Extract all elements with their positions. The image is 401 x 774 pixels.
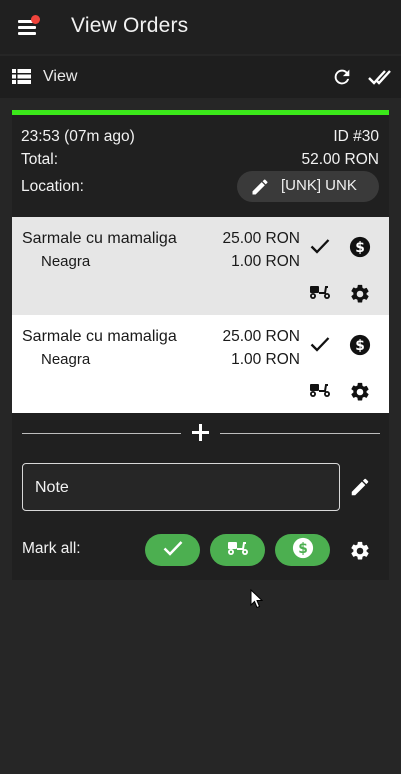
- order-status-bar: [12, 110, 389, 115]
- check-icon[interactable]: [310, 336, 330, 357]
- item-name: Sarmale cu mamaliga: [22, 230, 177, 247]
- total-value: 52.00 RON: [301, 151, 379, 168]
- mark-all-paid-button[interactable]: $: [275, 534, 330, 566]
- toolbar: View: [0, 56, 401, 98]
- location-value: [UNK] UNK: [281, 177, 357, 194]
- double-check-icon[interactable]: [368, 68, 392, 91]
- divider-left: [22, 433, 181, 434]
- divider-right: [220, 433, 380, 434]
- dollar-icon[interactable]: $: [349, 236, 371, 263]
- list-item[interactable]: Sarmale cu mamaliga 25.00 RON Neagra 1.0…: [12, 315, 389, 413]
- mouse-cursor-icon: [250, 588, 264, 614]
- item-sub-price: 1.00 RON: [231, 351, 300, 368]
- scooter-icon[interactable]: [308, 283, 332, 306]
- order-total-row: Total: 52.00 RON: [21, 151, 379, 169]
- list-item[interactable]: Sarmale cu mamaliga 25.00 RON Neagra 1.0…: [12, 217, 389, 315]
- mark-all-delivered-button[interactable]: [210, 534, 265, 566]
- gear-icon[interactable]: [349, 381, 371, 408]
- note-field[interactable]: Note: [22, 463, 340, 511]
- location-chip[interactable]: [UNK] UNK: [237, 171, 379, 202]
- scooter-icon: [226, 539, 250, 562]
- refresh-icon[interactable]: [331, 66, 353, 93]
- item-sub-name: Neagra: [41, 253, 91, 270]
- gear-icon[interactable]: [349, 540, 371, 567]
- pencil-icon[interactable]: [349, 476, 371, 503]
- item-sub-name: Neagra: [41, 351, 91, 368]
- scooter-icon[interactable]: [308, 381, 332, 404]
- check-icon: [163, 540, 183, 561]
- order-header-row: 23:53 (07m ago) ID #30: [21, 128, 379, 146]
- list-icon[interactable]: [12, 69, 31, 89]
- item-sub-price: 1.00 RON: [231, 253, 300, 270]
- note-placeholder: Note: [35, 479, 69, 496]
- item-name: Sarmale cu mamaliga: [22, 328, 177, 345]
- location-label: Location:: [21, 178, 84, 195]
- order-id: ID #30: [333, 128, 379, 145]
- svg-text:$: $: [355, 240, 365, 256]
- order-time: 23:53 (07m ago): [21, 128, 135, 145]
- app-bar: View Orders: [0, 0, 401, 54]
- page-title: View Orders: [71, 14, 189, 37]
- dollar-icon[interactable]: $: [349, 334, 371, 361]
- svg-text:$: $: [355, 338, 365, 354]
- pencil-icon: [250, 177, 270, 202]
- check-icon[interactable]: [310, 238, 330, 259]
- menu-button[interactable]: [14, 14, 42, 40]
- svg-text:$: $: [298, 541, 308, 557]
- mark-all-label: Mark all:: [22, 540, 81, 557]
- view-toggle[interactable]: View: [43, 68, 77, 86]
- gear-icon[interactable]: [349, 283, 371, 310]
- notification-dot: [31, 15, 40, 24]
- plus-icon[interactable]: [192, 424, 209, 446]
- total-label: Total:: [21, 151, 59, 168]
- order-card: 23:53 (07m ago) ID #30 Total: 52.00 RON …: [12, 110, 389, 580]
- item-price: 25.00 RON: [222, 230, 300, 247]
- item-price: 25.00 RON: [222, 328, 300, 345]
- mark-all-done-button[interactable]: [145, 534, 200, 566]
- dollar-icon: $: [292, 537, 314, 564]
